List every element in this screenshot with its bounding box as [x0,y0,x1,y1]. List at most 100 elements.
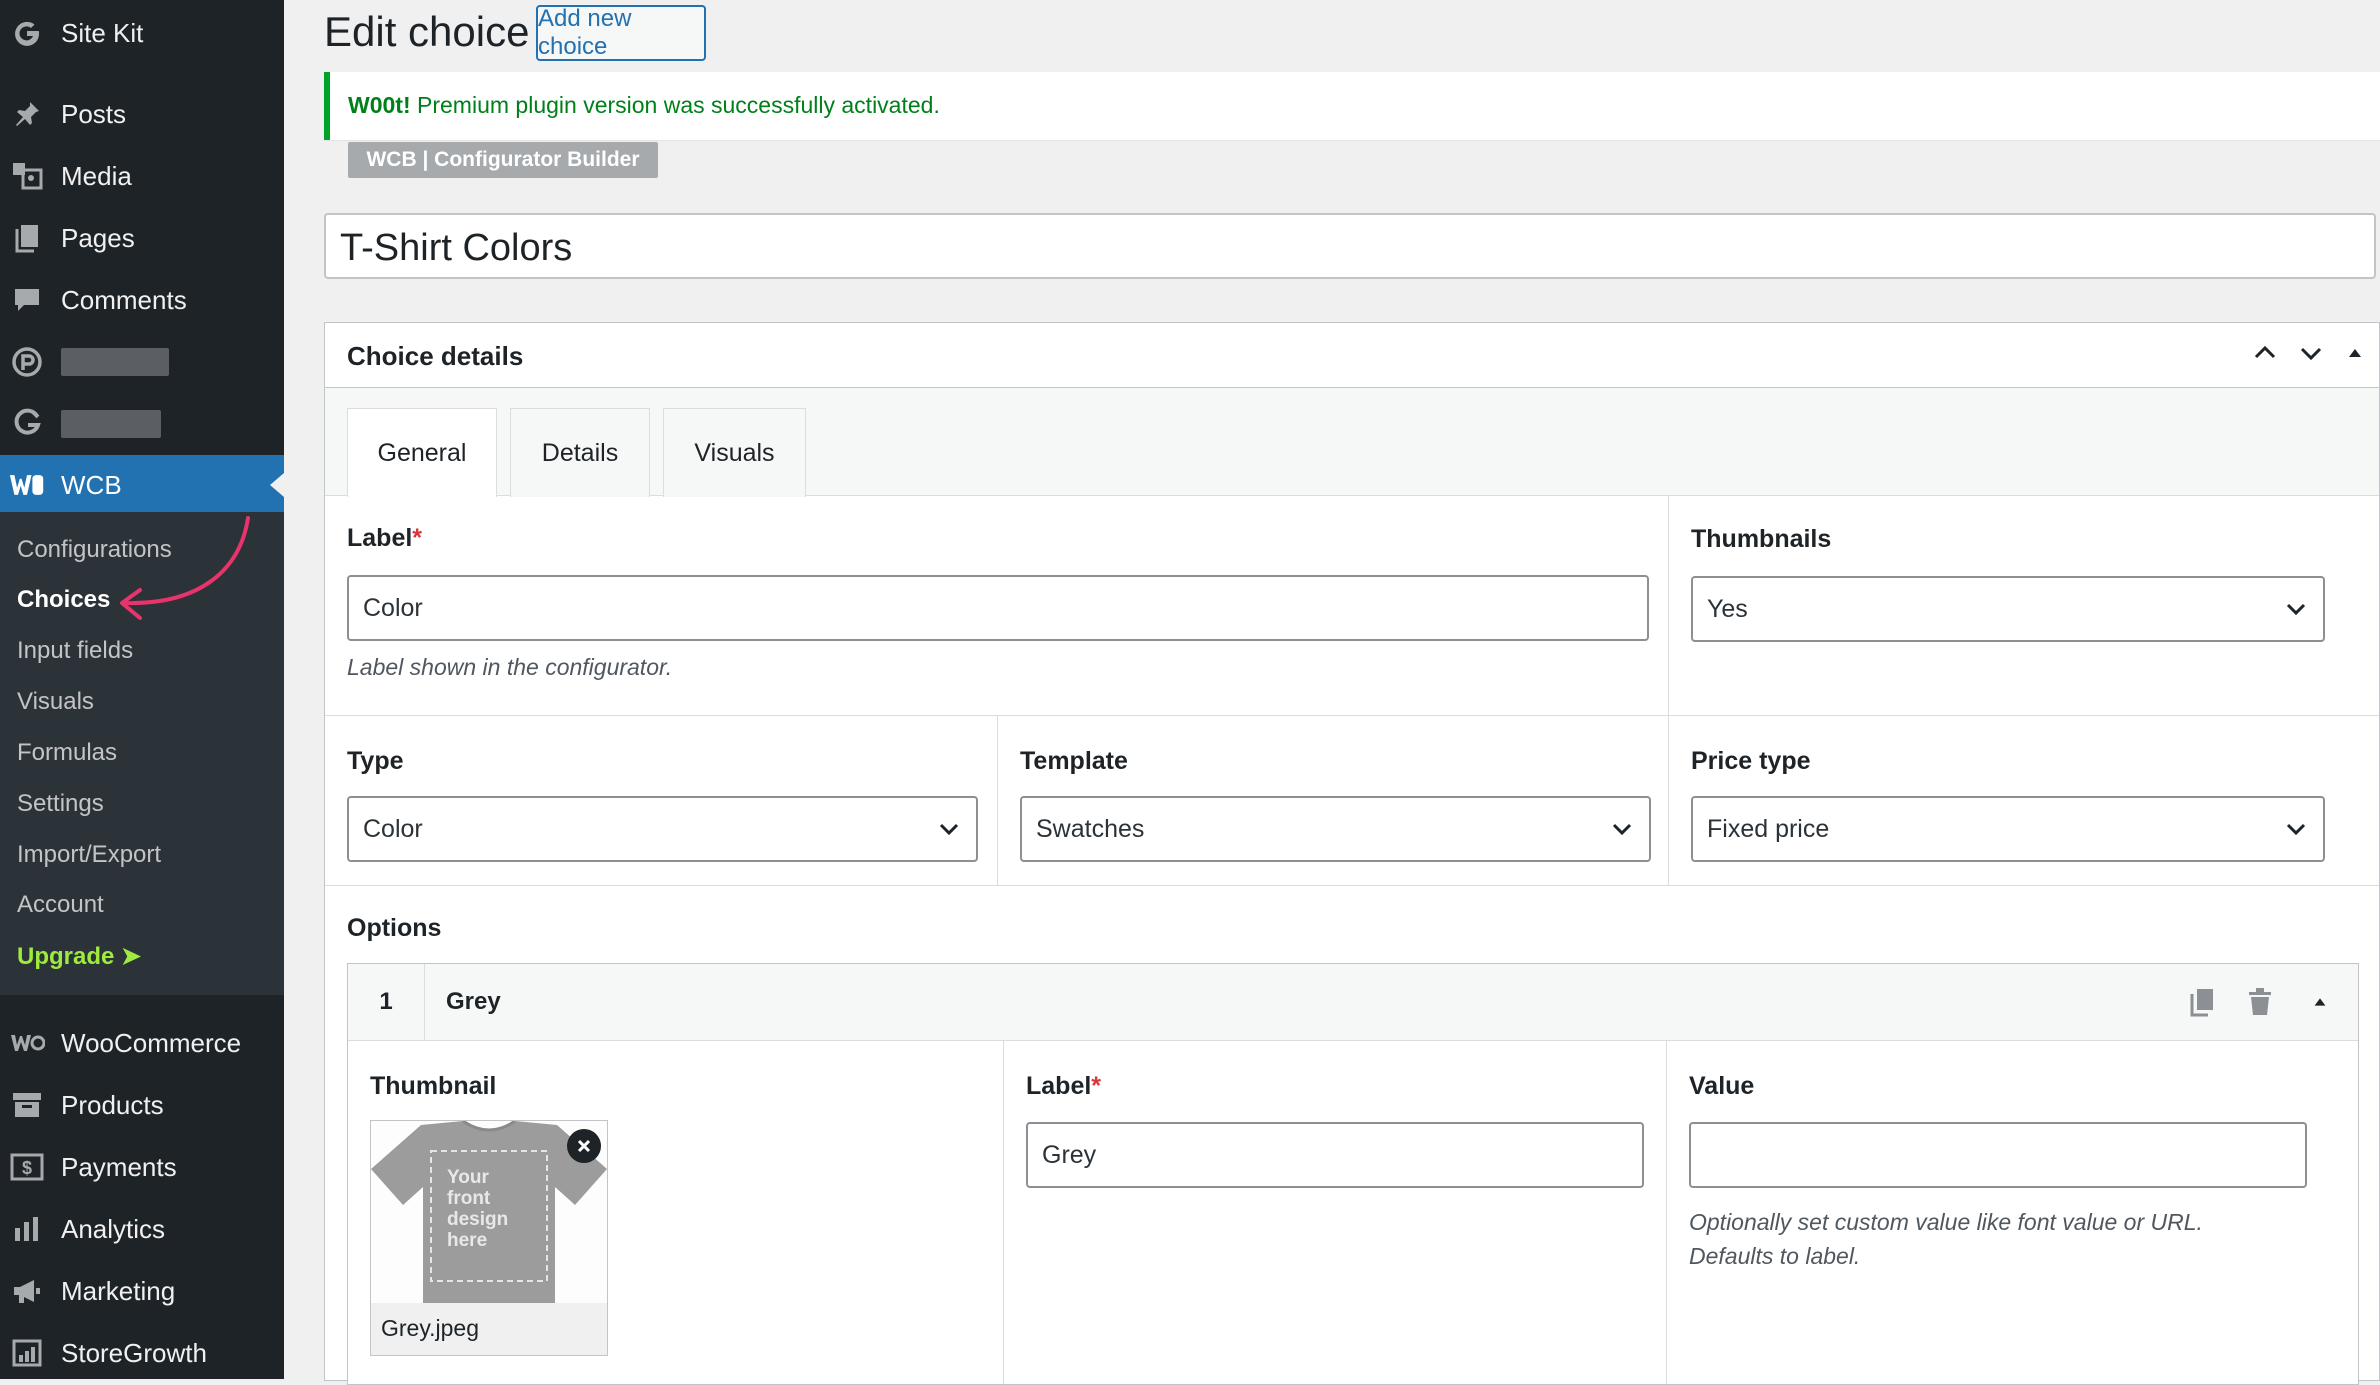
type-label: Type [347,747,404,775]
menu-item-label: Marketing [61,1275,176,1306]
menu-item-label: Payments [61,1151,177,1182]
submenu-import-export[interactable]: Import/Export [17,841,161,869]
menu-item-label: WooCommerce [61,1027,242,1058]
submenu-formulas[interactable]: Formulas [17,739,117,767]
submenu-settings[interactable]: Settings [17,790,104,818]
chevron-down-icon [939,823,959,836]
template-select[interactable]: Swatches [1020,796,1651,862]
menu-item-redacted-2[interactable] [0,392,284,452]
comment-icon [9,282,45,318]
options-label: Options [347,914,442,942]
payment-icon: $ [9,1149,45,1185]
submenu-account[interactable]: Account [17,891,104,919]
thumbnails-value: Yes [1707,595,1748,623]
google-g-icon [9,15,45,51]
success-notice: W00t! Premium plugin version was success… [324,72,2380,140]
move-up-icon[interactable] [2245,333,2285,373]
tab-visuals[interactable]: Visuals [663,408,806,497]
menu-item-site-kit[interactable]: Site Kit [0,3,284,63]
label-input[interactable]: Color [347,575,1649,641]
media-icon [9,158,45,194]
postbox-title: Choice details [347,341,524,371]
menu-item-woocommerce[interactable]: WooCommerce [0,1013,284,1073]
option-label-label: Label* [1026,1072,1101,1101]
option-number: 1 [348,964,425,1040]
submenu-input-fields[interactable]: Input fields [17,637,133,665]
postbox-header: Choice details [325,323,2379,388]
menu-item-label: Media [61,160,132,191]
chevron-down-icon [2286,603,2306,616]
price-type-label: Price type [1691,747,1811,775]
move-down-icon[interactable] [2291,333,2331,373]
svg-text:$: $ [22,1158,32,1178]
tab-details[interactable]: Details [510,408,650,497]
type-field-cell: Type Color [325,716,998,886]
trash-icon[interactable] [2240,982,2280,1022]
duplicate-icon[interactable] [2182,982,2222,1022]
notice-strong: W00t! [348,92,411,118]
tshirt-overlay-text: Your front design here [447,1167,509,1251]
submenu-choices[interactable]: Choices [17,586,110,614]
option-label-input[interactable]: Grey [1026,1122,1644,1188]
menu-item-label: Products [61,1089,164,1120]
menu-item-comments[interactable]: Comments [0,270,284,330]
tab-general[interactable]: General [347,408,497,497]
option-value-input[interactable] [1689,1122,2307,1188]
plugin-g-icon [9,404,45,440]
submenu-visuals[interactable]: Visuals [17,688,94,716]
template-value: Swatches [1036,815,1145,843]
post-title-input[interactable]: T-Shirt Colors [324,213,2376,279]
required-asterisk: * [412,524,423,552]
menu-item-pages[interactable]: Pages [0,208,284,268]
label-field-cell: Label* Color Label shown in the configur… [325,496,1669,716]
collapse-option-icon[interactable] [2300,982,2340,1022]
plugin-p-icon [9,344,45,380]
price-type-field-cell: Price type Fixed price [1669,716,2379,886]
wcb-logo-icon [9,467,45,503]
option-header[interactable]: 1 Grey [348,964,2358,1041]
template-field-cell: Template Swatches [998,716,1669,886]
submenu-upgrade[interactable]: Upgrade ➤ [17,942,141,971]
builder-badge: WCB | Configurator Builder [348,142,658,178]
menu-item-wcb[interactable]: WCB [0,455,284,515]
menu-item-label: Pages [61,222,135,253]
main-content: Edit choice Add new choice W00t! Premium… [284,0,2380,1385]
option-value-help: Optionally set custom value like font va… [1689,1209,2203,1269]
thumbnail-label: Thumbnail [370,1072,497,1100]
menu-item-media[interactable]: Media [0,146,284,206]
thumbnails-label: Thumbnails [1691,525,1832,553]
menu-item-storegrowth[interactable]: StoreGrowth [0,1323,284,1383]
menu-item-payments[interactable]: $ Payments [0,1137,284,1197]
remove-image-icon[interactable] [567,1129,601,1163]
menu-item-label: WCB [61,469,122,500]
menu-item-posts[interactable]: Posts [0,84,284,144]
label-field-label: Label* [347,524,422,553]
thumbnails-select[interactable]: Yes [1691,576,2325,642]
chevron-down-icon [2286,823,2306,836]
admin-sidebar: Site Kit Posts Media Pages Comments WCB … [0,0,284,1379]
thumbnail-preview[interactable]: Your front design here Grey.jpeg [370,1120,608,1356]
menu-item-label: StoreGrowth [61,1337,207,1368]
menu-item-label: Site Kit [61,17,144,48]
menu-item-label: Analytics [61,1213,166,1244]
add-new-choice-button[interactable]: Add new choice [536,5,706,61]
menu-item-analytics[interactable]: Analytics [0,1199,284,1259]
redacted-label [61,410,161,438]
growth-icon [9,1335,45,1371]
label-help-text: Label shown in the configurator. [347,654,673,680]
type-select[interactable]: Color [347,796,978,862]
collapse-toggle-icon[interactable] [2335,333,2375,373]
template-label: Template [1020,747,1128,775]
required-asterisk: * [1091,1072,1102,1100]
menu-item-products[interactable]: Products [0,1075,284,1135]
price-type-select[interactable]: Fixed price [1691,796,2325,862]
option-name: Grey [446,988,501,1015]
chevron-down-icon [1612,823,1632,836]
woo-icon [9,1025,45,1061]
price-type-value: Fixed price [1707,815,1830,843]
type-value: Color [363,815,423,843]
menu-item-redacted-1[interactable] [0,332,284,392]
label-text: Label [347,524,413,552]
annotation-arrow [120,516,250,620]
menu-item-marketing[interactable]: Marketing [0,1261,284,1321]
